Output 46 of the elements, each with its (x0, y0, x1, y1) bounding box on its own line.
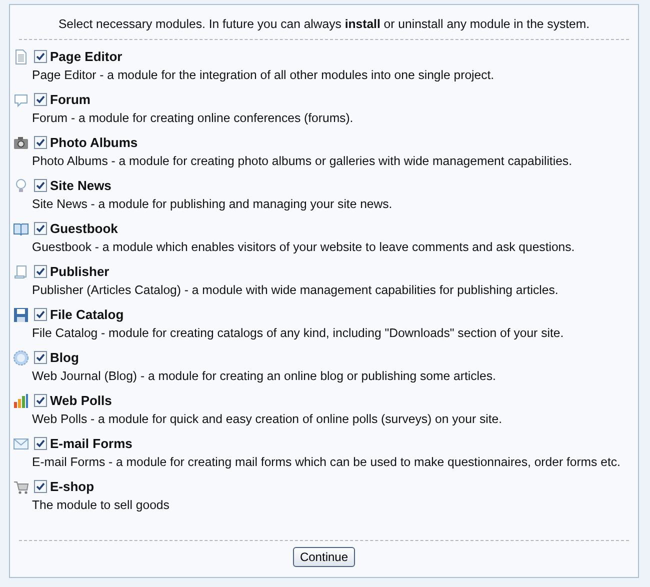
module-title: E-shop (50, 479, 94, 494)
checkbox[interactable] (34, 308, 47, 321)
gear-icon (13, 350, 29, 366)
module-description: Web Polls - a module for quick and easy creation of online polls (surveys) on your site. (31, 412, 504, 426)
checkbox[interactable] (34, 351, 47, 364)
module-title: Publisher (50, 264, 110, 279)
light-bulb-icon (13, 178, 29, 194)
bar-chart-icon (13, 392, 29, 408)
module-description: File Catalog - module for creating catalogs of any kind, including "Downloads" section of your site. (31, 326, 565, 340)
module-title: File Catalog (50, 307, 124, 322)
module-description: Page Editor - a module for the integration of all other modules into one single project. (31, 68, 496, 82)
document-icon (13, 48, 29, 64)
checkbox[interactable] (34, 136, 47, 149)
checkbox[interactable] (34, 93, 47, 106)
speech-bubble-icon (13, 92, 29, 108)
envelope-icon (13, 436, 29, 452)
shopping-cart-icon (13, 478, 29, 494)
checkbox[interactable] (34, 394, 47, 407)
checkbox[interactable] (34, 50, 47, 63)
checkbox[interactable] (34, 437, 47, 450)
intro-text: Select necessary modules. In future you can always install or uninstall any module in the system. (57, 16, 591, 33)
save-icon (13, 306, 29, 322)
book-icon (13, 220, 29, 236)
module-description: Photo Albums - a module for creating photo albums or galleries with wide management capabilities. (31, 154, 573, 168)
module-title: Forum (50, 92, 90, 107)
module-description: Forum - a module for creating online conferences (forums). (31, 111, 354, 125)
checkbox[interactable] (34, 265, 47, 278)
camera-icon (13, 134, 29, 150)
continue-button[interactable]: Continue (292, 547, 356, 567)
module-title: Web Polls (50, 393, 112, 408)
module-description: Publisher (Articles Catalog) - a module with wide management capabilities for publishing articles. (31, 283, 560, 297)
module-title: Blog (50, 350, 79, 365)
module-description: Web Journal (Blog) - a module for creating an online blog or publishing some articles. (31, 369, 497, 383)
module-title: Site News (50, 178, 112, 193)
module-title: Photo Albums (50, 135, 138, 150)
module-description: E-mail Forms - a module for creating mail forms which can be used to make questionnaires, order forms etc. (31, 455, 622, 469)
checkbox[interactable] (34, 222, 47, 235)
module-title: Page Editor (50, 49, 122, 64)
module-description: Guestbook - a module which enables visitors of your website to leave comments and ask questions. (31, 240, 576, 254)
module-title: Guestbook (50, 221, 118, 236)
module-description: Site News - a module for publishing and managing your site news. (31, 197, 394, 211)
checkbox[interactable] (34, 179, 47, 192)
scroll-icon (13, 264, 29, 280)
module-description: The module to sell goods (31, 498, 170, 512)
module-title: E-mail Forms (50, 436, 132, 451)
checkbox[interactable] (34, 480, 47, 493)
